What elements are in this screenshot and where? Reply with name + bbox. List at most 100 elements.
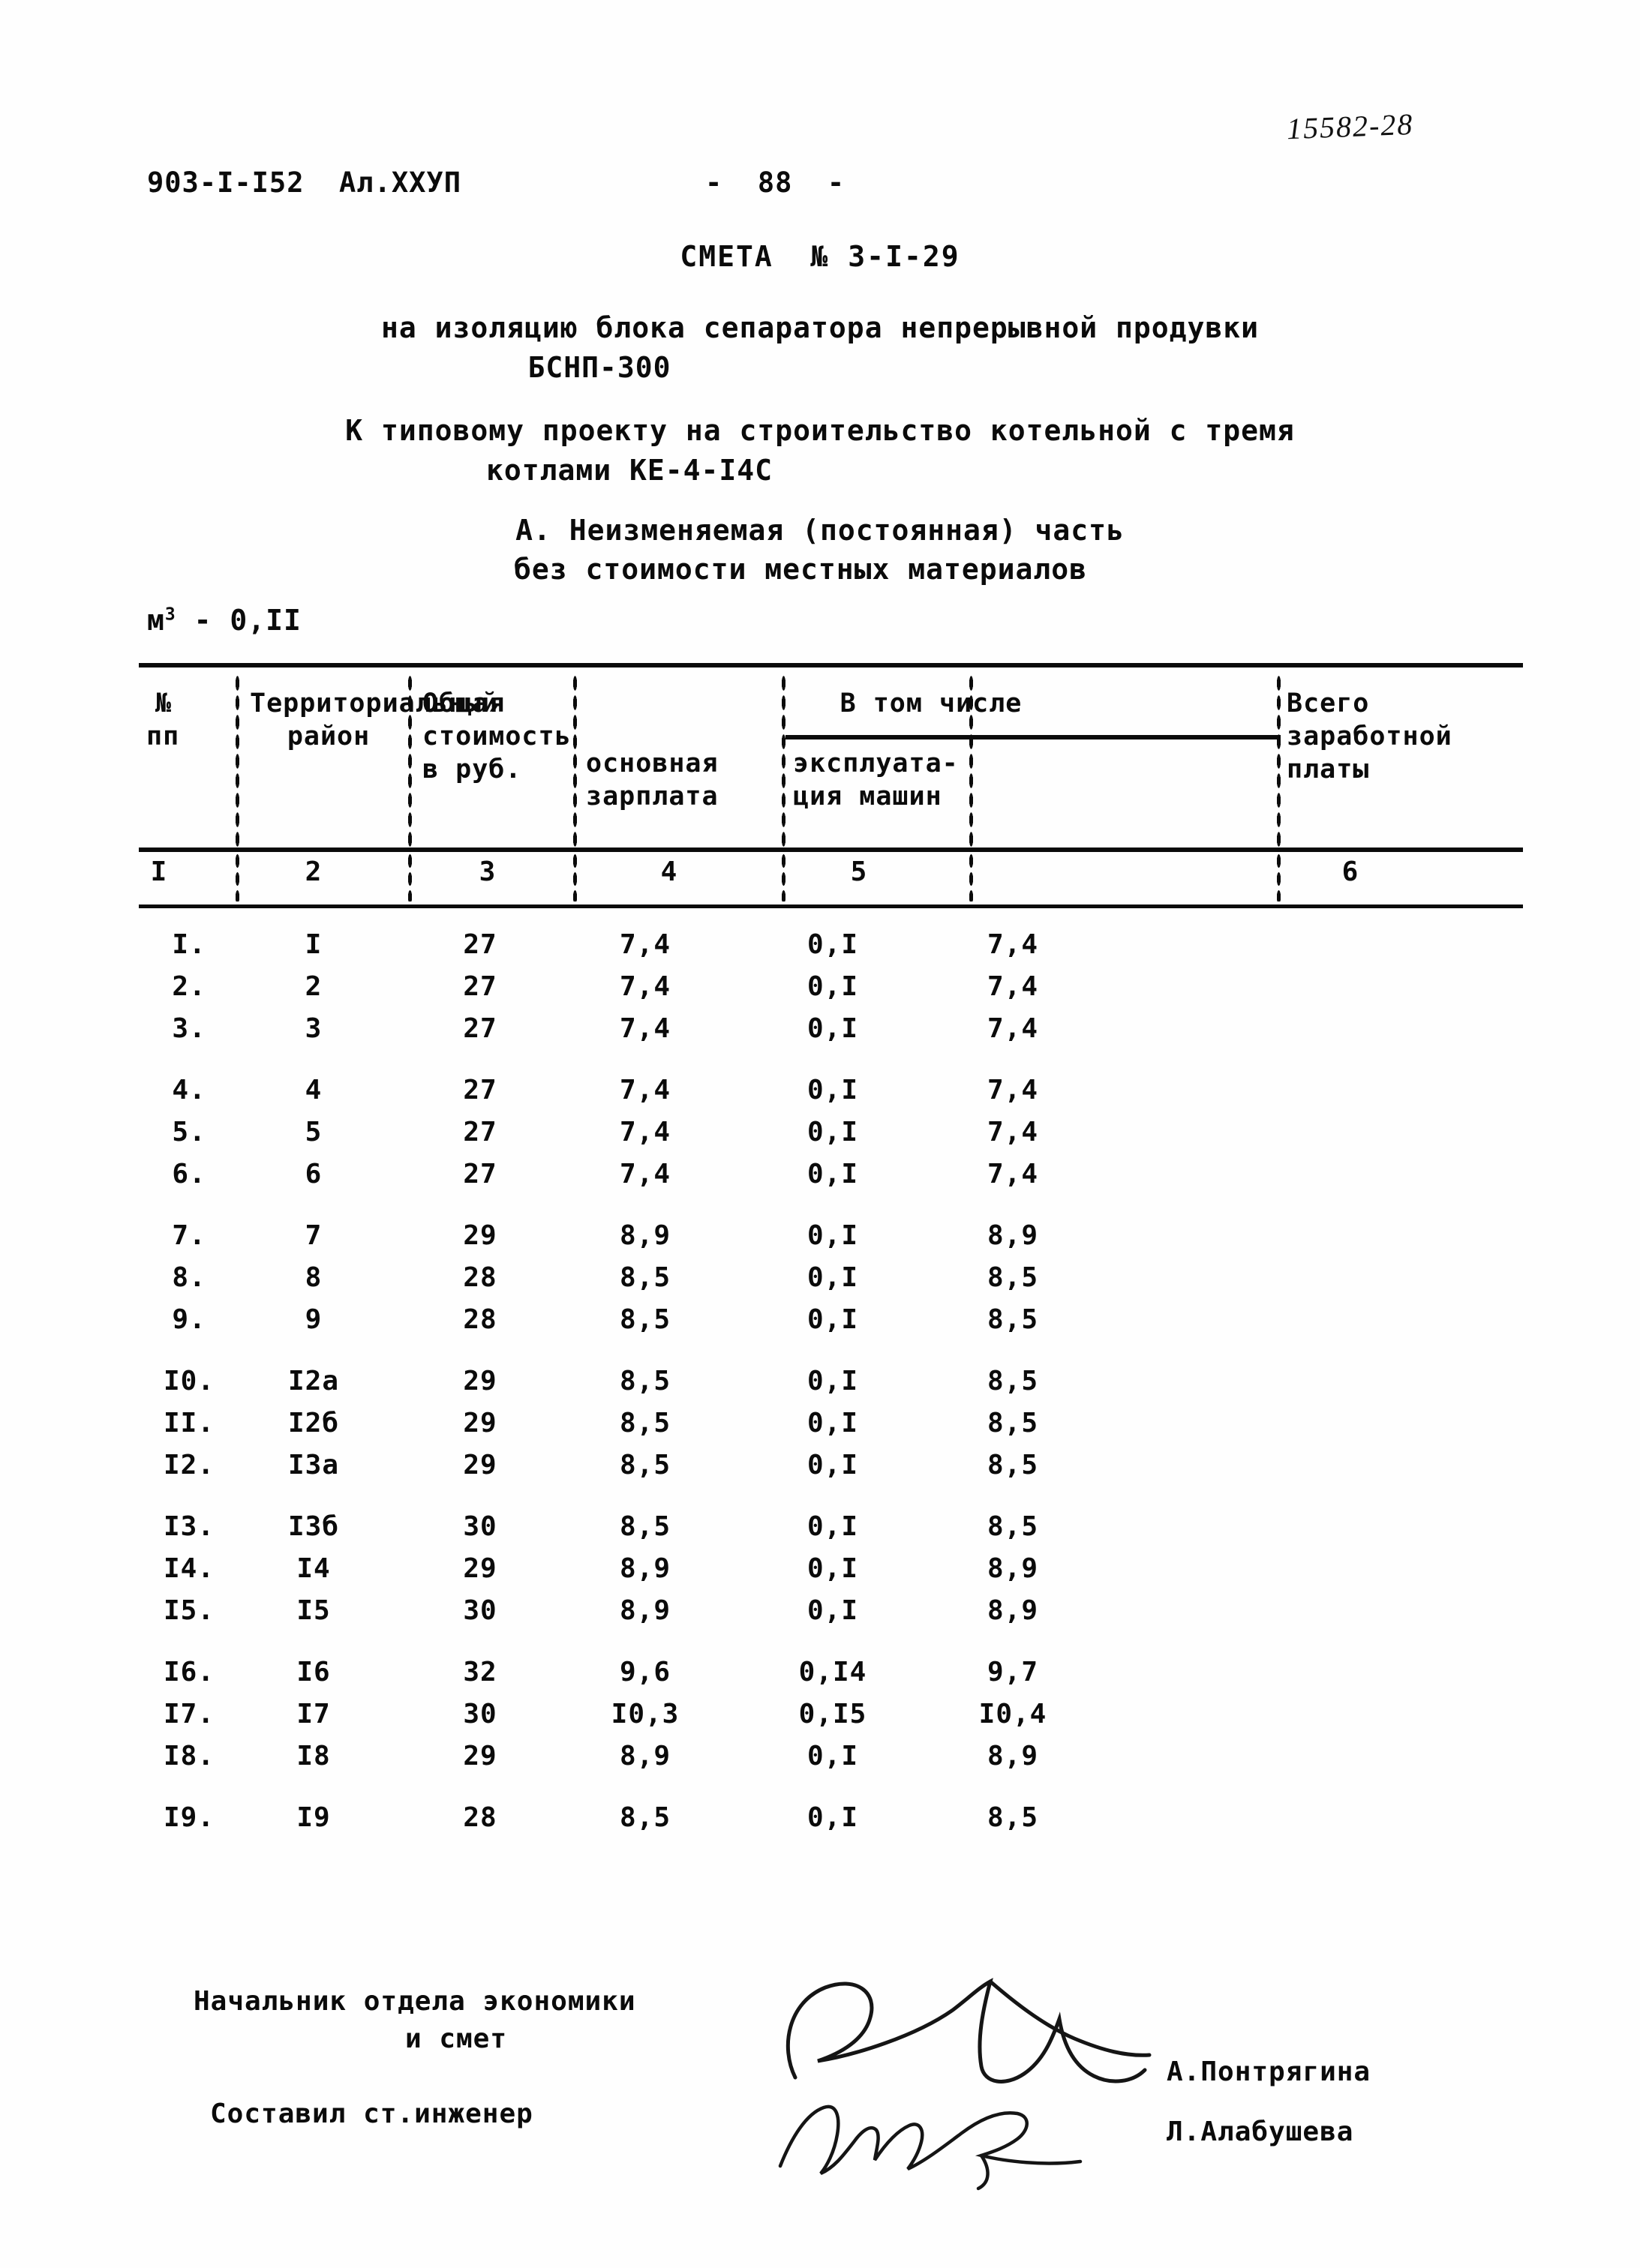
row-machine-operation: 0,I	[806, 971, 859, 1002]
signature-role-2: Составил ст.инженер	[210, 2098, 533, 2129]
row-total-cost: 29	[463, 1408, 497, 1438]
unit-symbol: м	[147, 604, 165, 637]
row-total-salary: 7,4	[987, 1075, 1039, 1106]
row-region: 2	[305, 971, 323, 1002]
row-region: 4	[305, 1075, 323, 1106]
row-machine-operation: 0,I	[806, 1553, 859, 1584]
row-total-cost: 29	[463, 1450, 497, 1480]
row-machine-operation: 0,I	[806, 1450, 859, 1480]
header-total-line3: в руб.	[422, 754, 522, 784]
row-machine-operation: 0,I	[806, 1741, 859, 1772]
row-number: I5.	[163, 1595, 215, 1626]
row-base-salary: 8,5	[619, 1408, 671, 1438]
header-base-line2: зарплата	[586, 782, 719, 812]
table-row: I7. I7 30 I0,3 0,I5 I0,4	[139, 1694, 1523, 1736]
row-region: I4	[296, 1553, 331, 1584]
row-base-salary: 8,5	[619, 1304, 671, 1335]
subject-line-1: на изоляцию блока сепаратора непрерывной…	[380, 311, 1260, 344]
row-base-salary: 8,9	[619, 1595, 671, 1626]
row-total-salary: 7,4	[987, 1117, 1039, 1148]
header-no-line2: пп	[146, 722, 180, 752]
row-total-cost: 27	[463, 1159, 497, 1190]
row-total-salary: 8,5	[987, 1450, 1039, 1480]
row-machine-operation: 0,I	[806, 1159, 859, 1190]
row-region: 5	[305, 1117, 323, 1148]
row-total-salary: 7,4	[987, 929, 1039, 960]
table-row: I2. I3а 29 8,5 0,I 8,5	[139, 1444, 1523, 1486]
row-machine-operation: 0,I	[806, 1220, 859, 1251]
row-region: I6	[296, 1657, 331, 1688]
row-total-salary: 8,5	[987, 1802, 1039, 1833]
row-total-salary: I0,4	[978, 1699, 1047, 1730]
row-group-gap	[139, 1632, 1523, 1652]
row-number: 2.	[172, 971, 206, 1002]
part-heading-line-2: без стоимости местных материалов	[513, 553, 1088, 586]
row-machine-operation: 0,I	[806, 929, 859, 960]
row-group-gap	[139, 1196, 1523, 1215]
row-region: 9	[305, 1304, 323, 1335]
row-total-cost: 30	[463, 1511, 497, 1542]
row-total-salary: 8,5	[987, 1304, 1039, 1335]
row-base-salary: 7,4	[619, 1013, 671, 1044]
row-machine-operation: 0,I	[806, 1304, 859, 1335]
row-number: 3.	[172, 1013, 206, 1044]
row-region: I2а	[287, 1366, 340, 1396]
table-row: 4. 4 27 7,4 0,I 7,4	[139, 1070, 1523, 1112]
table-row: 5. 5 27 7,4 0,I 7,4	[139, 1112, 1523, 1154]
row-total-cost: 29	[463, 1741, 497, 1772]
row-base-salary: 9,6	[619, 1657, 671, 1688]
header-among-which: В том числе	[840, 688, 1023, 718]
table-body: I. I 27 7,4 0,I 7,4 2. 2 27 7,4 0,I 7,4 3. 3 27 7,4 0,I 7…	[139, 924, 1523, 1839]
row-number: I0.	[163, 1366, 215, 1396]
signature-name-2: Л.Алабушева	[1167, 2116, 1354, 2147]
row-number: I.	[172, 929, 206, 960]
row-machine-operation: 0,I	[806, 1366, 859, 1396]
column-separator-1	[235, 674, 240, 848]
row-group-gap	[139, 1778, 1523, 1797]
header-region-line2: район	[287, 722, 371, 752]
row-machine-operation: 0,I	[806, 1013, 859, 1044]
row-region: 3	[305, 1013, 323, 1044]
document-page: 15582-28 903-I-I52 Ал.XXУП - 88 - СМЕТА …	[0, 0, 1640, 2268]
row-machine-operation: 0,I4	[798, 1657, 867, 1688]
table-row: I0. I2а 29 8,5 0,I 8,5	[139, 1360, 1523, 1402]
row-total-salary: 8,5	[987, 1262, 1039, 1293]
row-region: I5	[296, 1595, 331, 1626]
colnum-separator-5	[969, 852, 974, 902]
row-base-salary: 7,4	[619, 929, 671, 960]
row-base-salary: I0,3	[611, 1699, 680, 1730]
project-line-1: К типовому проекту на строительство коте…	[345, 414, 1295, 447]
row-machine-operation: 0,I	[806, 1511, 859, 1542]
row-region: I8	[296, 1741, 331, 1772]
column-number-3: 3	[479, 856, 497, 887]
row-base-salary: 8,5	[619, 1802, 671, 1833]
row-machine-operation: 0,I	[806, 1595, 859, 1626]
column-number-5: 5	[850, 856, 868, 887]
document-code: 903-I-I52 Ал.XXУП	[147, 166, 461, 199]
row-machine-operation: 0,I	[806, 1262, 859, 1293]
column-number-4: 4	[660, 856, 678, 887]
row-total-salary: 8,5	[987, 1511, 1039, 1542]
row-region: I	[305, 929, 323, 960]
table-row: I9. I9 28 8,5 0,I 8,5	[139, 1797, 1523, 1839]
row-number: 5.	[172, 1117, 206, 1148]
row-group-gap	[139, 1050, 1523, 1070]
row-base-salary: 8,9	[619, 1741, 671, 1772]
colnum-separator-6	[1276, 852, 1281, 902]
row-number: I8.	[163, 1741, 215, 1772]
column-separator-3	[572, 674, 578, 848]
signature-role-1-line2: и смет	[404, 2024, 508, 2054]
row-total-salary: 8,9	[987, 1595, 1039, 1626]
row-base-salary: 7,4	[619, 1159, 671, 1190]
project-line-2: котлами КЕ-4-I4С	[485, 454, 773, 487]
table-row: I5. I5 30 8,9 0,I 8,9	[139, 1590, 1523, 1632]
handwritten-signature-2	[778, 2104, 1083, 2191]
unit-of-measure: м3 - 0,II	[147, 604, 302, 637]
header-machines-line2: ция машин	[793, 782, 942, 812]
row-base-salary: 8,5	[619, 1450, 671, 1480]
table-row: I. I 27 7,4 0,I 7,4	[139, 924, 1523, 966]
row-total-cost: 28	[463, 1304, 497, 1335]
row-number: 7.	[172, 1220, 206, 1251]
row-total-salary: 8,5	[987, 1408, 1039, 1438]
row-machine-operation: 0,I5	[798, 1699, 867, 1730]
